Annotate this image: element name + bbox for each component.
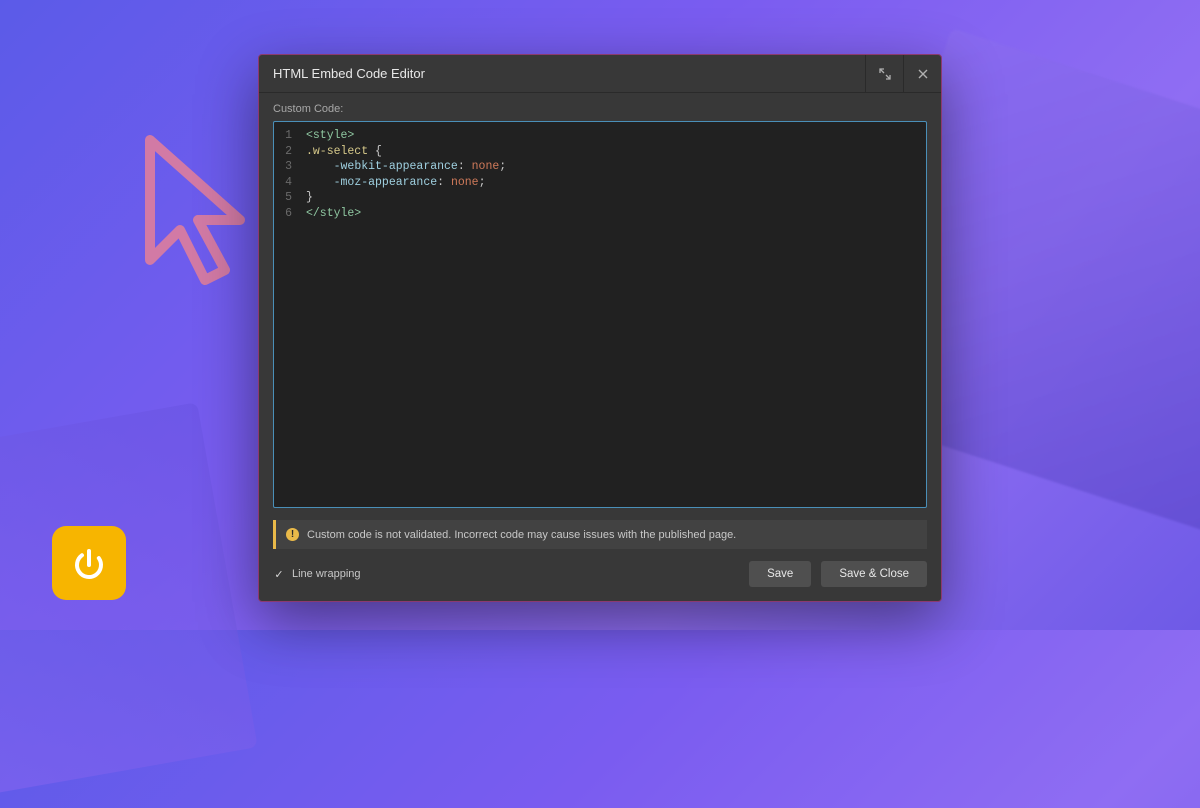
line-number: 3 <box>274 159 292 175</box>
cursor-icon <box>120 120 280 300</box>
code-line: -webkit-appearance: none; <box>306 159 918 175</box>
code-line: -moz-appearance: none; <box>306 175 918 191</box>
warning-text: Custom code is not validated. Incorrect … <box>307 529 736 541</box>
modal-footer: ✓ Line wrapping Save Save & Close <box>259 549 941 601</box>
line-wrapping-label: Line wrapping <box>292 568 361 580</box>
code-line: } <box>306 190 918 206</box>
code-content[interactable]: <style>.w-select { -webkit-appearance: n… <box>298 122 926 507</box>
expand-icon <box>879 68 891 80</box>
section-label: Custom Code: <box>259 93 941 121</box>
line-number: 6 <box>274 206 292 222</box>
line-number: 4 <box>274 175 292 191</box>
code-editor[interactable]: 123456 <style>.w-select { -webkit-appear… <box>273 121 927 508</box>
warning-icon: ! <box>286 528 299 541</box>
line-wrapping-checkbox[interactable]: ✓ Line wrapping <box>273 568 361 580</box>
save-close-button[interactable]: Save & Close <box>821 561 927 587</box>
line-number: 2 <box>274 144 292 160</box>
checkmark-icon: ✓ <box>273 568 285 580</box>
close-icon <box>917 68 929 80</box>
brand-logo <box>52 526 126 600</box>
save-button[interactable]: Save <box>749 561 811 587</box>
close-button[interactable] <box>903 55 941 93</box>
line-number-gutter: 123456 <box>274 122 298 507</box>
line-number: 5 <box>274 190 292 206</box>
expand-button[interactable] <box>865 55 903 93</box>
background-cube-2 <box>0 402 258 807</box>
modal-header: HTML Embed Code Editor <box>259 55 941 93</box>
code-line: .w-select { <box>306 144 918 160</box>
code-editor-modal: HTML Embed Code Editor Custom Code: 1234… <box>258 54 942 602</box>
line-number: 1 <box>274 128 292 144</box>
code-line: </style> <box>306 206 918 222</box>
power-icon <box>69 543 109 583</box>
modal-title: HTML Embed Code Editor <box>259 66 865 81</box>
warning-banner: ! Custom code is not validated. Incorrec… <box>273 520 927 549</box>
code-line: <style> <box>306 128 918 144</box>
